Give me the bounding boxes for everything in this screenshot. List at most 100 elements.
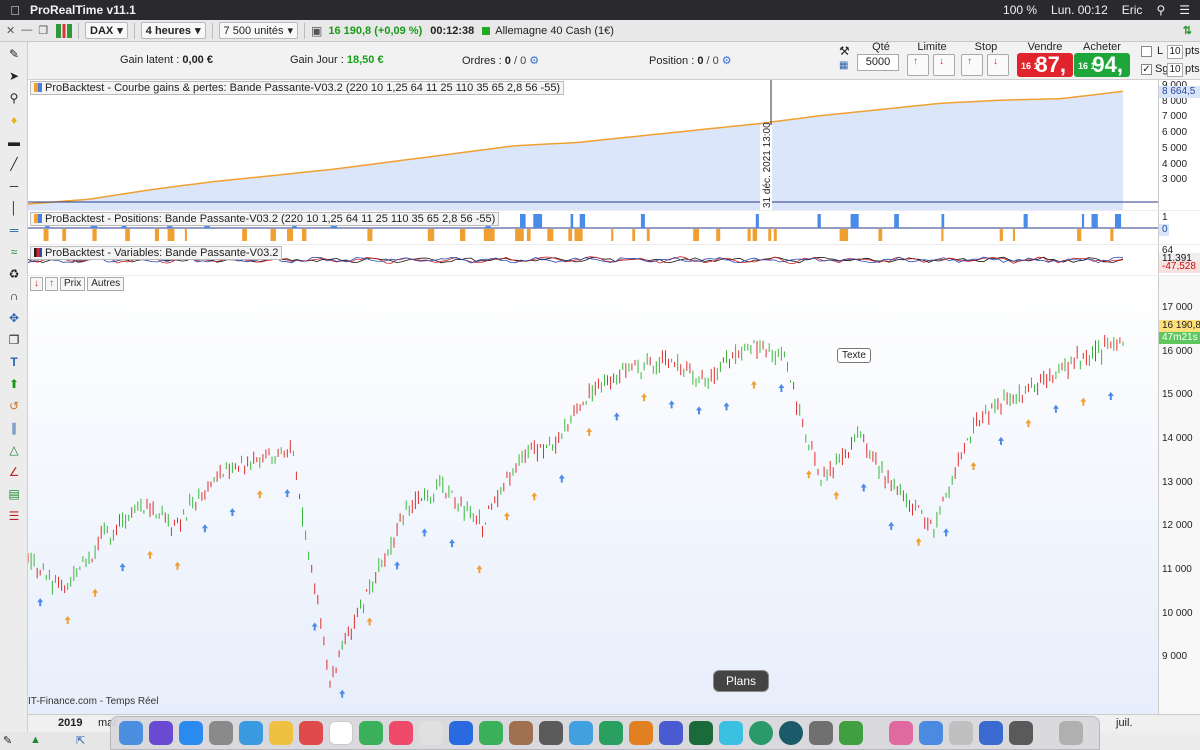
folder-dark-icon[interactable] xyxy=(1009,721,1033,745)
minimize-icon[interactable]: — xyxy=(21,24,32,37)
variables-panel[interactable]: ProBacktest - Variables: Bande Passante-… xyxy=(28,245,1158,275)
edit-icon[interactable]: ✎ xyxy=(3,734,12,747)
app-name[interactable]: ProRealTime v11.1 xyxy=(30,3,136,17)
menu-icon[interactable]: ☰ xyxy=(1179,3,1190,17)
books-icon[interactable] xyxy=(509,721,533,745)
music-icon[interactable] xyxy=(389,721,413,745)
menubar-user[interactable]: Eric xyxy=(1122,3,1143,17)
vline-icon[interactable]: │ xyxy=(5,200,23,216)
launchpad-icon[interactable] xyxy=(209,721,233,745)
finder-icon[interactable] xyxy=(119,721,143,745)
fan-icon[interactable]: ∠ xyxy=(5,464,23,480)
equity-curve-panel[interactable]: ProBacktest - Courbe gains & pertes: Ban… xyxy=(28,80,1158,210)
position-info[interactable]: Position : 0 / 0 ⚙ xyxy=(649,54,732,67)
timeframe-select[interactable]: 4 heures ▾ xyxy=(140,22,206,39)
trend-icon[interactable]: ≈ xyxy=(5,244,23,260)
plans-icon[interactable] xyxy=(719,721,743,745)
price-chart-panel[interactable]: ↓ ↑ Prix Autres Texte IT-Finance.com - T… xyxy=(28,276,1158,714)
prix-button[interactable]: Prix xyxy=(60,277,86,291)
menubar-battery[interactable]: 100 % xyxy=(1003,3,1037,17)
triangle-icon[interactable]: △ xyxy=(5,442,23,458)
l-checkbox[interactable] xyxy=(1141,46,1152,57)
curve-icon[interactable]: ↺ xyxy=(5,398,23,414)
info-icon[interactable]: ▣ xyxy=(311,24,322,38)
buy-button[interactable]: 16 1 94, xyxy=(1074,52,1130,77)
chart-icon[interactable]: ▲ xyxy=(30,734,41,746)
l-pts-input[interactable]: 10 xyxy=(1167,45,1183,59)
settings-icon[interactable]: ⚙ xyxy=(722,55,732,67)
folder-pink-icon[interactable] xyxy=(889,721,913,745)
bell-icon[interactable]: ♦ xyxy=(5,112,23,128)
zoom-icon[interactable]: ⚲ xyxy=(5,90,23,106)
keynote-icon[interactable] xyxy=(659,721,683,745)
network-icon[interactable] xyxy=(749,721,773,745)
add-icon[interactable]: ↑ xyxy=(45,277,58,291)
market-name[interactable]: Allemagne 40 Cash (1€) xyxy=(495,25,614,37)
channel-icon[interactable]: ═ xyxy=(5,222,23,238)
stop-sell-button[interactable]: ↓ xyxy=(987,54,1009,76)
safari-icon[interactable] xyxy=(239,721,263,745)
move-icon[interactable]: ✥ xyxy=(5,310,23,326)
equity-panel-label[interactable]: ProBacktest - Courbe gains & pertes: Ban… xyxy=(30,81,565,95)
sell-button[interactable]: 16 1 87, xyxy=(1017,52,1073,77)
trash-icon[interactable]: ♻ xyxy=(5,266,23,282)
siri-icon[interactable] xyxy=(149,721,173,745)
autres-button[interactable]: Autres xyxy=(87,277,125,291)
instrument-select[interactable]: DAX ▾ xyxy=(85,22,128,39)
trash-dock-icon[interactable] xyxy=(1059,721,1083,745)
settings-icon[interactable]: ⚙ xyxy=(529,55,539,67)
settings-icon[interactable] xyxy=(539,721,563,745)
contacts-icon[interactable] xyxy=(329,721,353,745)
close-icon[interactable]: ✕ xyxy=(6,24,15,37)
stop-buy-button[interactable]: ↑ xyxy=(961,54,983,76)
pitchfork-icon[interactable]: ☰ xyxy=(5,508,23,524)
limit-sell-button[interactable]: ↓ xyxy=(933,54,955,76)
prorealtime-icon[interactable] xyxy=(689,721,713,745)
sg-pts-input[interactable]: 10 xyxy=(1167,63,1183,77)
facetime-icon[interactable] xyxy=(359,721,383,745)
orders-info[interactable]: Ordres : 0 / 0 ⚙ xyxy=(462,54,539,67)
ruler-icon[interactable]: ▬ xyxy=(5,134,23,150)
hline-icon[interactable]: ─ xyxy=(5,178,23,194)
copy-icon[interactable]: ❐ xyxy=(5,332,23,348)
text-icon[interactable]: T xyxy=(5,354,23,370)
pencil-icon[interactable]: ✎ xyxy=(5,46,23,62)
magnet-icon[interactable]: ∩ xyxy=(5,288,23,304)
text-annotation[interactable]: Texte xyxy=(837,348,871,363)
keypad-icon[interactable]: ▦ xyxy=(839,60,853,74)
maps-icon[interactable] xyxy=(569,721,593,745)
cursor-icon[interactable]: ➤ xyxy=(5,68,23,84)
numbers-icon[interactable] xyxy=(839,721,863,745)
evernote-icon[interactable] xyxy=(599,721,623,745)
remove-icon[interactable]: ↓ xyxy=(30,277,43,291)
fib-icon[interactable]: ∥ xyxy=(5,420,23,436)
calendar-icon[interactable] xyxy=(299,721,323,745)
photos-icon[interactable] xyxy=(419,721,443,745)
sg-checkbox[interactable]: ✓ xyxy=(1141,64,1152,75)
gann-icon[interactable]: ▤ xyxy=(5,486,23,502)
variables-panel-label[interactable]: ProBacktest - Variables: Bande Passante-… xyxy=(30,246,283,260)
search-icon[interactable]: ⚲ xyxy=(1156,3,1165,17)
messages-icon[interactable] xyxy=(479,721,503,745)
menubar-clock[interactable]: Lun. 00:12 xyxy=(1051,3,1108,17)
positions-panel[interactable]: ProBacktest - Positions: Bande Passante-… xyxy=(28,211,1158,244)
word-icon[interactable] xyxy=(979,721,1003,745)
downloads-icon[interactable] xyxy=(949,721,973,745)
appstore-icon[interactable] xyxy=(179,721,203,745)
qty-input[interactable]: 5000 xyxy=(857,54,899,71)
units-select[interactable]: 7 500 unités ▾ xyxy=(218,22,299,39)
bars-icon[interactable] xyxy=(56,23,72,38)
notes-icon[interactable] xyxy=(269,721,293,745)
positions-panel-label[interactable]: ProBacktest - Positions: Bande Passante-… xyxy=(30,212,500,226)
apple-icon[interactable]:  xyxy=(0,3,30,18)
vlc-icon[interactable] xyxy=(629,721,653,745)
restore-icon[interactable]: ❐ xyxy=(38,24,48,37)
arrow-up-icon[interactable]: ⬆ xyxy=(5,376,23,392)
mail-icon[interactable] xyxy=(449,721,473,745)
folder-blue-icon[interactable] xyxy=(919,721,943,745)
refresh-icon[interactable]: ⇅ xyxy=(1183,24,1200,37)
line-icon[interactable]: ╱ xyxy=(5,156,23,172)
preview-icon[interactable] xyxy=(809,721,833,745)
wrench-icon[interactable]: ⚒ xyxy=(839,44,853,58)
limit-buy-button[interactable]: ↑ xyxy=(907,54,929,76)
